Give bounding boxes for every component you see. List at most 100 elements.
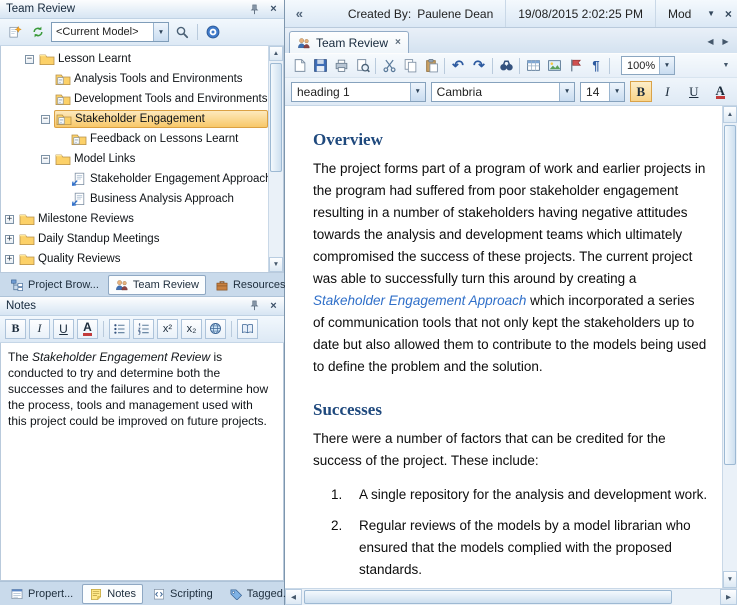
tree-item[interactable]: Feedback on Lessons Learnt: [1, 129, 268, 149]
notes-editor[interactable]: The Stakeholder Engagement Review is con…: [0, 343, 284, 582]
pin-icon[interactable]: [247, 298, 262, 313]
tree-item[interactable]: Analysis Tools and Environments: [1, 69, 268, 89]
scroll-down-icon[interactable]: ▼: [269, 257, 283, 272]
collapse-chevron-icon[interactable]: «: [285, 6, 314, 21]
new-topic-button[interactable]: [5, 22, 25, 42]
tree-item[interactable]: + Daily Standup Meetings: [1, 229, 268, 249]
chevron-down-icon[interactable]: ▼: [410, 83, 425, 101]
subscript-button[interactable]: x₂: [181, 319, 202, 339]
insert-table-button[interactable]: [523, 56, 543, 76]
formatting-marks-button[interactable]: ¶: [586, 56, 606, 76]
separator: [444, 58, 445, 74]
scroll-up-icon[interactable]: ▲: [269, 46, 283, 61]
bullet-list-button[interactable]: [109, 319, 130, 339]
doc-hyperlink[interactable]: Stakeholder Engagement Approach: [313, 293, 526, 308]
pin-icon[interactable]: [247, 2, 262, 17]
scrollbar-thumb[interactable]: [270, 63, 282, 172]
tree-item[interactable]: − Model Links: [1, 149, 268, 169]
tab-team-review[interactable]: Team Review: [108, 275, 206, 295]
glossary-button[interactable]: [237, 319, 258, 339]
tree-expand-icon[interactable]: +: [5, 235, 18, 244]
paste-button[interactable]: [421, 56, 441, 76]
print-button[interactable]: [331, 56, 351, 76]
tree-item-lesson-learnt[interactable]: − Lesson Learnt: [1, 49, 268, 69]
scrollbar-track[interactable]: [269, 61, 283, 257]
tree-item[interactable]: Business Analysis Approach: [1, 189, 268, 209]
close-icon[interactable]: ×: [266, 298, 281, 313]
chevron-down-icon[interactable]: ▼: [559, 83, 574, 101]
zoom-select[interactable]: 100% ▼: [621, 56, 675, 75]
save-button[interactable]: [310, 56, 330, 76]
document-horizontal-scrollbar[interactable]: ◀ ▶: [285, 588, 737, 605]
doc-bold-button[interactable]: B: [630, 81, 651, 102]
close-icon[interactable]: ×: [266, 2, 281, 17]
tab-scroll-right-icon[interactable]: ▶: [718, 33, 733, 49]
tree-item[interactable]: + Quality Reviews: [1, 249, 268, 269]
chevron-down-icon[interactable]: ▼: [153, 23, 168, 41]
find-button[interactable]: [496, 56, 516, 76]
tab-close-icon[interactable]: ×: [395, 37, 401, 48]
tree-collapse-icon[interactable]: −: [25, 55, 38, 64]
tree-expand-icon[interactable]: +: [5, 255, 18, 264]
tree-item[interactable]: + Weekly Reviews: [1, 269, 268, 272]
tree-vertical-scrollbar[interactable]: ▲ ▼: [268, 46, 283, 272]
tree-item[interactable]: Development Tools and Environments: [1, 89, 268, 109]
search-button[interactable]: [172, 22, 192, 42]
tab-properties[interactable]: Propert...: [3, 584, 80, 604]
tree-item[interactable]: + Milestone Reviews: [1, 209, 268, 229]
tab-resources[interactable]: Resources: [208, 275, 293, 295]
list-number: 1.: [331, 484, 359, 506]
insert-image-button[interactable]: [544, 56, 564, 76]
undo-button[interactable]: ↶: [448, 56, 468, 76]
scroll-down-icon[interactable]: ▼: [723, 571, 737, 588]
tab-scripting[interactable]: Scripting: [145, 584, 220, 604]
options-button[interactable]: [203, 22, 223, 42]
doc-underline-button[interactable]: U: [683, 81, 704, 102]
model-select[interactable]: <Current Model> ▼: [51, 22, 169, 42]
size-select[interactable]: 14 ▼: [580, 82, 625, 102]
tree-collapse-icon[interactable]: −: [41, 155, 54, 164]
font-color-button[interactable]: A: [77, 319, 98, 339]
hyperlink-button[interactable]: [205, 319, 226, 339]
tree-item[interactable]: Stakeholder Engagement Approach: [1, 169, 268, 189]
font-select[interactable]: Cambria ▼: [431, 82, 575, 102]
tree-expand-icon[interactable]: +: [5, 215, 18, 224]
toolbar-overflow-icon[interactable]: ▼: [719, 62, 733, 69]
document-vertical-scrollbar[interactable]: ▲ ▼: [722, 106, 737, 588]
scrollbar-thumb[interactable]: [304, 590, 672, 604]
header-dropdown-icon[interactable]: ▼: [702, 5, 719, 23]
cut-button[interactable]: [379, 56, 399, 76]
scrollbar-track[interactable]: [723, 123, 737, 571]
scrollbar-thumb[interactable]: [724, 125, 736, 465]
tab-scroll-left-icon[interactable]: ◀: [703, 33, 718, 49]
tree-rows: − Lesson Learnt Analysis Tools and Envir…: [1, 46, 268, 272]
scroll-left-icon[interactable]: ◀: [285, 589, 302, 605]
underline-button[interactable]: U: [53, 319, 74, 339]
new-document-button[interactable]: [289, 56, 309, 76]
bookmark-button[interactable]: [565, 56, 585, 76]
folder-icon: [19, 252, 35, 266]
italic-button[interactable]: I: [29, 319, 50, 339]
scrollbar-track[interactable]: [302, 589, 720, 605]
superscript-button[interactable]: x²: [157, 319, 178, 339]
print-preview-button[interactable]: [352, 56, 372, 76]
tab-project-browser[interactable]: Project Brow...: [3, 275, 106, 295]
tree-item-selected[interactable]: − Stakeholder Engagement: [1, 109, 268, 129]
bold-button[interactable]: B: [5, 319, 26, 339]
scroll-right-icon[interactable]: ▶: [720, 589, 737, 605]
copy-button[interactable]: [400, 56, 420, 76]
numbered-list-button[interactable]: [133, 319, 154, 339]
chevron-down-icon[interactable]: ▼: [609, 83, 624, 101]
header-close-icon[interactable]: ×: [720, 5, 737, 23]
tree-collapse-icon[interactable]: −: [41, 115, 54, 124]
scroll-up-icon[interactable]: ▲: [723, 106, 737, 123]
document-content[interactable]: Overview The project forms part of a pro…: [285, 106, 722, 588]
tab-notes[interactable]: Notes: [82, 584, 143, 604]
redo-button[interactable]: ↷: [469, 56, 489, 76]
refresh-button[interactable]: [28, 22, 48, 42]
document-tab-team-review[interactable]: Team Review ×: [289, 31, 409, 53]
doc-font-color-button[interactable]: A: [710, 81, 731, 102]
style-select[interactable]: heading 1 ▼: [291, 82, 426, 102]
doc-italic-button[interactable]: I: [657, 81, 678, 102]
chevron-down-icon[interactable]: ▼: [659, 57, 674, 74]
